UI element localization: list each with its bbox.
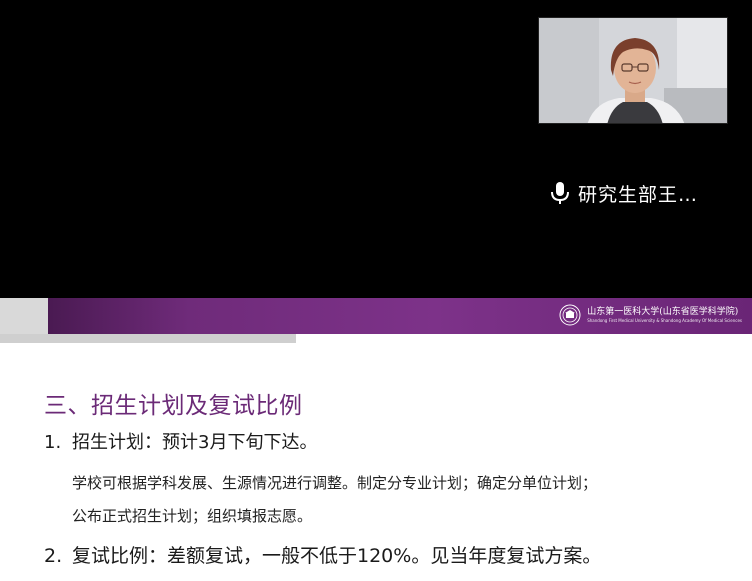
speaker-name: 研究生部王…	[578, 183, 699, 206]
microphone-icon	[551, 182, 569, 204]
list-item-number: 1.	[44, 432, 62, 453]
list-item-retest-ratio: 2. 复试比例：差额复试，一般不低于120%。见当年度复试方案。	[44, 541, 601, 568]
slide-content: 三、招生计划及复试比例 1. 招生计划：预计3月下旬下达。 学校可根据学科发展、生…	[0, 344, 752, 581]
detail-line-1: 学校可根据学科发展、生源情况进行调整。制定分专业计划；确定分单位计划；	[72, 474, 598, 492]
logo-chinese-text: 山东第一医科大学(山东省医学科学院)	[587, 306, 739, 317]
logo-english-text: Shandong First Medical University & Shan…	[587, 317, 742, 323]
slide-banner: 山东第一医科大学(山东省医学科学院) Shandong First Medica…	[0, 298, 752, 344]
banner-grey-underline	[0, 334, 296, 343]
list-item-text: 复试比例：差额复试，一般不低于120%。见当年度复试方案。	[72, 545, 602, 567]
detail-line-2: 公布正式招生计划；组织填报志愿。	[72, 507, 313, 525]
video-area: 研究生部王…	[0, 0, 752, 298]
university-seal-icon	[559, 304, 581, 326]
active-speaker-label: 研究生部王…	[550, 178, 698, 208]
participant-video-frame	[539, 18, 727, 123]
section-title: 三、招生计划及复试比例	[44, 393, 303, 419]
banner-left-block	[0, 298, 48, 334]
list-item-enrollment-plan: 1. 招生计划：预计3月下旬下达。	[44, 428, 317, 454]
list-item-number: 2.	[44, 545, 63, 567]
participant-video-thumbnail[interactable]	[538, 17, 728, 124]
banner-purple-bar: 山东第一医科大学(山东省医学科学院) Shandong First Medica…	[48, 298, 752, 334]
university-logo: 山东第一医科大学(山东省医学科学院) Shandong First Medica…	[559, 304, 742, 326]
list-item-text: 招生计划：预计3月下旬下达。	[72, 432, 318, 453]
